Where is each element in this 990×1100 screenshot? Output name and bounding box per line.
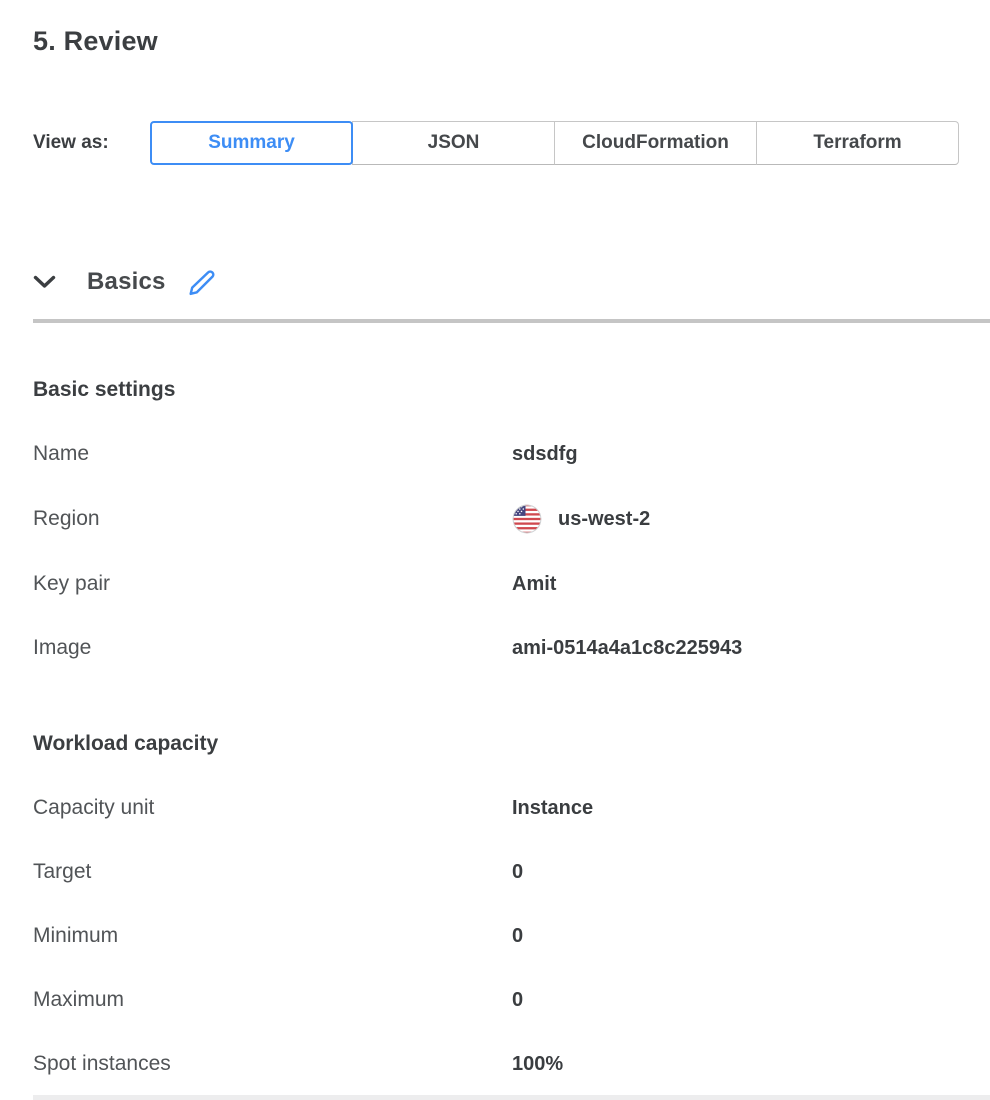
basics-section-title: Basics (87, 268, 166, 296)
group-heading-workload-capacity: Workload capacity (33, 729, 990, 758)
row-value: sdsdfg (512, 440, 578, 468)
row-minimum: Minimum 0 (33, 922, 990, 950)
row-target: Target 0 (33, 858, 990, 886)
row-label: Name (33, 440, 512, 468)
row-label: Region (33, 505, 512, 533)
basics-section-header: Basics (33, 262, 990, 302)
row-value: us-west-2 (512, 504, 650, 534)
row-label: Minimum (33, 922, 512, 950)
row-value: 0 (512, 922, 523, 950)
row-region: Region (33, 504, 990, 534)
row-capacity-unit: Capacity unit Instance (33, 794, 990, 822)
tab-terraform[interactable]: Terraform (756, 121, 959, 165)
tab-summary[interactable]: Summary (150, 121, 353, 165)
region-value-text: us-west-2 (558, 505, 650, 533)
chevron-down-icon[interactable] (33, 275, 63, 289)
tab-json[interactable]: JSON (352, 121, 555, 165)
row-name: Name sdsdfg (33, 440, 990, 468)
row-spot-instances: Spot instances 100% (33, 1050, 990, 1078)
row-image: Image ami-0514a4a1c8c225943 (33, 634, 990, 662)
row-label: Maximum (33, 986, 512, 1014)
row-value: 100% (512, 1050, 563, 1078)
row-key-pair: Key pair Amit (33, 570, 990, 598)
row-label: Capacity unit (33, 794, 512, 822)
row-label: Image (33, 634, 512, 662)
review-page: 5. Review View as: Summary JSON CloudFor… (0, 0, 990, 1100)
page-title: 5. Review (33, 0, 990, 57)
row-label: Target (33, 858, 512, 886)
view-as-row: View as: Summary JSON CloudFormation Ter… (33, 121, 990, 165)
us-flag-icon (512, 504, 542, 534)
row-value: 0 (512, 858, 523, 886)
row-value: Instance (512, 794, 593, 822)
basic-settings-group: Basic settings Name sdsdfg Region (33, 375, 990, 662)
row-maximum: Maximum 0 (33, 986, 990, 1014)
workload-capacity-group: Workload capacity Capacity unit Instance… (33, 729, 990, 1078)
view-as-label: View as: (33, 132, 150, 154)
pencil-edit-icon[interactable] (188, 268, 216, 297)
view-as-tab-group: Summary JSON CloudFormation Terraform (150, 121, 959, 165)
row-value: ami-0514a4a1c8c225943 (512, 634, 742, 662)
group-heading-basic-settings: Basic settings (33, 375, 990, 404)
row-label: Key pair (33, 570, 512, 598)
row-value: Amit (512, 570, 556, 598)
row-label: Spot instances (33, 1050, 512, 1078)
basics-section-divider (33, 319, 990, 323)
tab-cloudformation[interactable]: CloudFormation (554, 121, 757, 165)
row-value: 0 (512, 986, 523, 1014)
